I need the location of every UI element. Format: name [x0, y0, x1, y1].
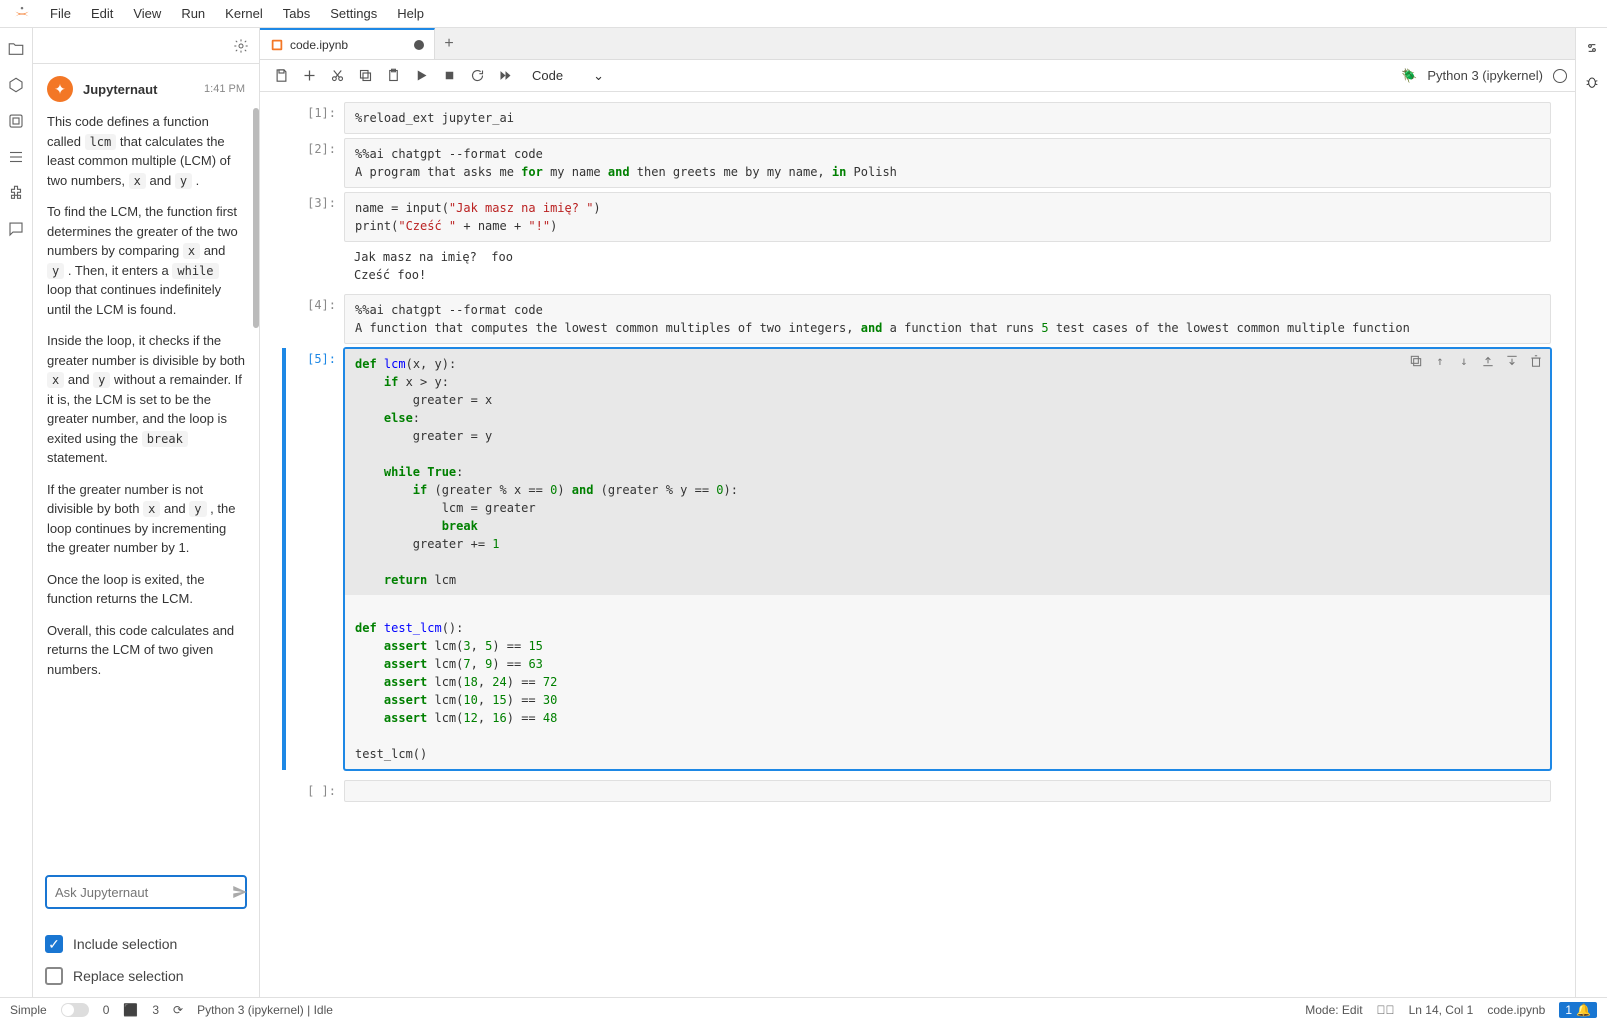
include-selection-checkbox[interactable]: ✓ Include selection: [45, 935, 247, 953]
cell-4[interactable]: [4]: %%ai chatgpt --format code A functi…: [284, 294, 1551, 344]
hexagon-icon[interactable]: [7, 76, 25, 94]
stop-button[interactable]: [436, 63, 462, 89]
insert-above-icon[interactable]: [1479, 352, 1497, 370]
move-down-icon[interactable]: ↓: [1455, 352, 1473, 370]
cell-2[interactable]: [2]: %%ai chatgpt --format code A progra…: [284, 138, 1551, 188]
status-kernel[interactable]: Python 3 (ipykernel) | Idle: [197, 1003, 333, 1017]
run-button[interactable]: [408, 63, 434, 89]
notebook-cells[interactable]: [1]: %reload_ext jupyter_ai [2]: %%ai ch…: [260, 92, 1575, 997]
bug-icon[interactable]: 🪲: [1401, 68, 1417, 84]
activity-bar: [0, 28, 33, 997]
folder-icon[interactable]: [7, 40, 25, 58]
status-mode: Mode: Edit: [1305, 1003, 1362, 1017]
move-up-icon[interactable]: ↑: [1431, 352, 1449, 370]
paste-button[interactable]: [380, 63, 406, 89]
chat-icon[interactable]: [7, 220, 25, 238]
menu-help[interactable]: Help: [387, 2, 434, 25]
menu-kernel[interactable]: Kernel: [215, 2, 273, 25]
copy-button[interactable]: [352, 63, 378, 89]
cell-input[interactable]: [344, 780, 1551, 802]
chat-messages: ✦ Jupyternaut 1:41 PM This code defines …: [33, 64, 259, 863]
cell-prompt: [ ]:: [284, 780, 344, 802]
running-icon[interactable]: [7, 112, 25, 130]
tabbar: code.ipynb +: [260, 28, 1575, 60]
duplicate-icon[interactable]: [1407, 352, 1425, 370]
statusbar: Simple 0 ⬛ 3 ⟳ Python 3 (ipykernel) | Id…: [0, 997, 1607, 1021]
status-zero: 0: [103, 1003, 110, 1017]
cell-prompt: [2]:: [284, 138, 344, 188]
cell-prompt: [5]:: [284, 348, 344, 770]
restart-button[interactable]: [464, 63, 490, 89]
menu-file[interactable]: File: [40, 2, 81, 25]
tab-label: code.ipynb: [290, 38, 348, 52]
restart-run-all-button[interactable]: [492, 63, 518, 89]
replace-selection-checkbox[interactable]: Replace selection: [45, 967, 247, 985]
cell-input[interactable]: %reload_ext jupyter_ai: [344, 102, 1551, 134]
status-file: code.ipynb: [1487, 1003, 1545, 1017]
menu-run[interactable]: Run: [171, 2, 215, 25]
kernel-name[interactable]: Python 3 (ipykernel): [1427, 68, 1543, 83]
status-simple[interactable]: Simple: [10, 1003, 47, 1017]
cell-prompt: [4]:: [284, 294, 344, 344]
checkbox-unchecked-icon: [45, 967, 63, 985]
message-time: 1:41 PM: [204, 83, 245, 95]
terminal-icon[interactable]: ⬛: [123, 1003, 138, 1017]
menu-edit[interactable]: Edit: [81, 2, 123, 25]
sync-icon[interactable]: ⟳: [173, 1003, 183, 1017]
cell-type-select[interactable]: Code ⌄: [526, 66, 610, 86]
cell-input[interactable]: %%ai chatgpt --format code A function th…: [344, 294, 1551, 344]
new-tab-button[interactable]: +: [435, 28, 463, 59]
cell-output: Jak masz na imię? foo Cześć foo!: [344, 242, 1551, 290]
cell-input[interactable]: def lcm(x, y): if x > y: greater = x els…: [344, 348, 1551, 770]
cell-1[interactable]: [1]: %reload_ext jupyter_ai: [284, 102, 1551, 134]
gear-icon[interactable]: [233, 38, 249, 54]
jupyter-logo: [12, 4, 32, 24]
bot-avatar-icon: ✦: [47, 76, 73, 102]
cell-prompt: [3]:: [284, 192, 344, 290]
kernel-status-icon[interactable]: [1553, 69, 1567, 83]
trusted-icon[interactable]: ✓⃝: [1377, 1003, 1395, 1017]
cell-6[interactable]: [ ]:: [284, 780, 1551, 802]
cell-input[interactable]: %%ai chatgpt --format code A program tha…: [344, 138, 1551, 188]
cell-prompt: [1]:: [284, 102, 344, 134]
chat-input-field[interactable]: [55, 885, 231, 900]
cell-5[interactable]: [5]: ↑ ↓ def lcm(x, y): if x > y: greate…: [284, 348, 1551, 770]
menu-settings[interactable]: Settings: [320, 2, 387, 25]
notification-badge[interactable]: 1 🔔: [1559, 1002, 1597, 1018]
dirty-indicator-icon: [414, 40, 424, 50]
main-area: code.ipynb + Code ⌄: [260, 28, 1575, 997]
status-three: 3: [152, 1003, 159, 1017]
scrollbar-thumb[interactable]: [253, 108, 259, 328]
delete-icon[interactable]: [1527, 352, 1545, 370]
simple-toggle[interactable]: [61, 1003, 89, 1017]
menu-tabs[interactable]: Tabs: [273, 2, 320, 25]
menu-view[interactable]: View: [123, 2, 171, 25]
chat-input[interactable]: [45, 875, 247, 909]
bot-name: Jupyternaut: [83, 82, 194, 97]
property-inspector-icon[interactable]: [1584, 40, 1600, 56]
notebook-icon: [270, 38, 284, 52]
chat-panel: ✦ Jupyternaut 1:41 PM This code defines …: [33, 28, 260, 997]
extension-icon[interactable]: [7, 184, 25, 202]
tab-code-ipynb[interactable]: code.ipynb: [260, 28, 435, 59]
debugger-icon[interactable]: [1584, 74, 1600, 90]
add-cell-button[interactable]: [296, 63, 322, 89]
checkbox-checked-icon: ✓: [45, 935, 63, 953]
chat-body: This code defines a function called lcm …: [47, 112, 245, 679]
menubar: File Edit View Run Kernel Tabs Settings …: [0, 0, 1607, 28]
status-cursor: Ln 14, Col 1: [1409, 1003, 1474, 1017]
cell-toolbar: ↑ ↓: [1407, 352, 1545, 370]
save-button[interactable]: [268, 63, 294, 89]
cut-button[interactable]: [324, 63, 350, 89]
send-icon[interactable]: [231, 883, 249, 901]
insert-below-icon[interactable]: [1503, 352, 1521, 370]
cell-input[interactable]: name = input("Jak masz na imię? ") print…: [344, 192, 1551, 242]
toc-icon[interactable]: [7, 148, 25, 166]
right-rail: [1575, 28, 1607, 997]
cell-3[interactable]: [3]: name = input("Jak masz na imię? ") …: [284, 192, 1551, 290]
chevron-down-icon: ⌄: [593, 68, 604, 84]
notebook-toolbar: Code ⌄ 🪲 Python 3 (ipykernel): [260, 60, 1575, 92]
